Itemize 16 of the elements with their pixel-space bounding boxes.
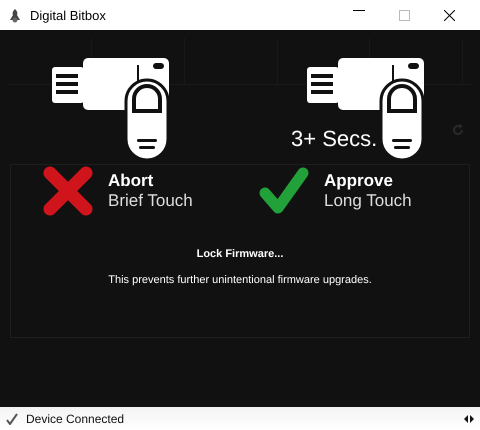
action-hint: Long Touch — [324, 191, 412, 211]
minimize-icon[interactable] — [353, 10, 365, 12]
window-title: Digital Bitbox — [30, 8, 107, 22]
action-title: Approve — [324, 171, 394, 191]
check-icon — [6, 412, 18, 424]
check-icon — [258, 166, 310, 216]
cross-icon — [42, 165, 94, 217]
action-title: Abort — [108, 171, 154, 191]
dialog-message: This prevents further unintentional firmware upgrades. — [108, 274, 372, 286]
hold-duration-text: 3+ Secs. — [291, 126, 378, 152]
expand-arrows-icon[interactable] — [464, 414, 474, 422]
dialog-heading: Lock Firmware... — [196, 248, 284, 260]
status-text: Device Connected — [26, 412, 126, 426]
action-hint: Brief Touch — [108, 191, 193, 211]
app-icon — [8, 8, 22, 22]
close-icon[interactable] — [444, 10, 455, 20]
